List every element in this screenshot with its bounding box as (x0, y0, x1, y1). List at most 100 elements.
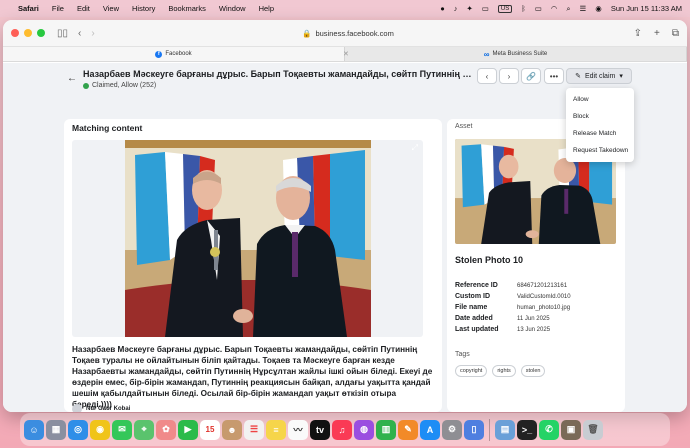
menu-file[interactable]: File (52, 4, 64, 13)
whatsapp-icon[interactable]: ✆ (539, 419, 559, 440)
tag-list: copyright rights stolen (455, 365, 546, 377)
menu-bar: Safari File Edit View History Bookmarks … (0, 0, 690, 17)
menu-help[interactable]: Help (259, 4, 274, 13)
matching-photo (125, 140, 371, 337)
iphone-mirroring-icon[interactable]: ▯ (464, 419, 484, 440)
window-controls (11, 29, 45, 37)
trash-icon[interactable]: 🗑 (583, 419, 603, 440)
meta-favicon-icon: ∞ (483, 49, 490, 59)
music-app-icon[interactable]: ♫ (332, 419, 352, 440)
wifi-icon[interactable]: ◠ (551, 4, 558, 13)
appstore-icon[interactable]: A (420, 419, 440, 440)
menu-item-release-match[interactable]: Release Match (566, 125, 634, 142)
address-bar[interactable]: 🔒 business.facebook.com (233, 26, 463, 41)
menu-item-allow[interactable]: Allow (566, 91, 634, 108)
post-author[interactable]: Nur Gaur Kobai (72, 404, 130, 412)
menu-edit[interactable]: Edit (77, 4, 90, 13)
edit-claim-button[interactable]: ✎ Edit claim ▾ (566, 68, 632, 84)
browser-toolbar: ▯▯ ‹ › 🔒 business.facebook.com ⇪ + ⧉ (3, 20, 687, 47)
meta-key: Date added (455, 315, 493, 322)
menu-bookmarks[interactable]: Bookmarks (168, 4, 206, 13)
matching-content-card: Matching content ⤢ Назарбаев Мәскеуге ба… (64, 119, 442, 412)
calendar-icon[interactable]: 15 (200, 419, 220, 440)
podcasts-icon[interactable]: ◍ (354, 419, 374, 440)
record-icon[interactable]: ● (440, 4, 445, 13)
close-window-button[interactable] (11, 29, 19, 37)
finder-icon[interactable]: ☺ (24, 419, 44, 440)
tab-meta-business-suite[interactable]: ∞ Meta Business Suite (345, 47, 687, 61)
meta-row-custom-id: Custom ID ValidCustomId.0010 (455, 291, 620, 302)
settings-icon[interactable]: ⚙ (442, 419, 462, 440)
menu-view[interactable]: View (103, 4, 119, 13)
meta-value: 11 Jun 2025 (517, 315, 550, 322)
share-icon[interactable]: ⇪ (634, 28, 642, 39)
tag-chip[interactable]: copyright (455, 365, 488, 377)
close-tab-icon[interactable]: ✕ (343, 50, 349, 58)
copy-link-button[interactable]: 🔗 (521, 68, 541, 84)
menu-app-name[interactable]: Safari (18, 4, 39, 13)
back-nav-icon[interactable]: ‹ (78, 28, 81, 39)
menu-history[interactable]: History (132, 4, 155, 13)
numbers-icon[interactable]: ▥ (376, 419, 396, 440)
terminal-icon[interactable]: >_ (517, 419, 537, 440)
meta-row-date-added: Date added 11 Jun 2025 (455, 313, 620, 324)
next-button[interactable]: › (499, 68, 519, 84)
tab-label: Meta Business Suite (492, 51, 548, 57)
tag-chip[interactable]: rights (492, 365, 516, 377)
contacts-icon[interactable]: ☻ (222, 419, 242, 440)
maps-icon[interactable]: ⌖ (134, 419, 154, 440)
menu-item-request-takedown[interactable]: Request Takedown (566, 142, 634, 159)
control-center-icon[interactable]: ☰ (580, 4, 587, 13)
preview-icon[interactable]: ▤ (495, 419, 515, 440)
battery-icon[interactable]: ▭ (535, 4, 542, 13)
minimize-window-button[interactable] (24, 29, 32, 37)
back-arrow-icon[interactable]: ← (67, 73, 77, 84)
more-options-button[interactable]: ••• (544, 68, 564, 84)
messages-icon[interactable]: ✉ (112, 419, 132, 440)
expand-icon[interactable]: ⤢ (412, 143, 418, 153)
tab-overview-icon[interactable]: ⧉ (672, 28, 679, 39)
menu-extra-icon[interactable]: ✦ (466, 4, 472, 13)
safari-window: ▯▯ ‹ › 🔒 business.facebook.com ⇪ + ⧉ ✕ f… (3, 20, 687, 412)
meta-row-last-updated: Last updated 13 Jun 2025 (455, 324, 620, 335)
meta-value: 13 Jun 2025 (517, 326, 551, 333)
matching-media-frame[interactable]: ⤢ (72, 140, 423, 337)
menu-item-block[interactable]: Block (566, 108, 634, 125)
safari-icon[interactable]: ◎ (68, 419, 88, 440)
siri-icon[interactable]: ◉ (595, 4, 602, 13)
pages-icon[interactable]: ✎ (398, 419, 418, 440)
facetime-icon[interactable]: ▶ (178, 419, 198, 440)
tag-chip[interactable]: stolen (520, 365, 546, 377)
chrome-icon[interactable]: ◉ (90, 419, 110, 440)
reminders-icon[interactable]: ☰ (244, 419, 264, 440)
asset-card: Asset Stolen Photo 10 Reference ID 68467… (447, 119, 625, 412)
music-icon[interactable]: ♪ (454, 4, 458, 13)
appletv-icon[interactable]: tv (310, 419, 330, 440)
photos-icon[interactable]: ✿ (156, 419, 176, 440)
display-icon[interactable]: ▭ (482, 4, 489, 13)
new-tab-icon[interactable]: + (654, 28, 660, 39)
lock-icon: 🔒 (302, 29, 312, 38)
meta-key: Reference ID (455, 282, 498, 289)
pencil-icon: ✎ (575, 73, 581, 80)
forward-nav-icon[interactable]: › (91, 28, 94, 39)
edit-claim-menu: Allow Block Release Match Request Takedo… (566, 88, 634, 162)
link-icon: 🔗 (526, 71, 536, 81)
tab-facebook[interactable]: ✕ f Facebook (3, 47, 349, 61)
meta-key: Last updated (455, 326, 499, 333)
tags-heading: Tags (455, 351, 470, 358)
previous-button[interactable]: ‹ (477, 68, 497, 84)
zoom-window-button[interactable] (37, 29, 45, 37)
recent-photo-icon[interactable]: ▣ (561, 419, 581, 440)
clock[interactable]: Sun Jun 15 11:33 AM (611, 4, 682, 13)
freeform-icon[interactable]: 〰 (288, 419, 308, 440)
bluetooth-icon[interactable]: ᛒ (521, 4, 526, 13)
menu-window[interactable]: Window (219, 4, 246, 13)
notes-icon[interactable]: ≡ (266, 419, 286, 440)
avatar (72, 404, 82, 412)
asset-metadata: Reference ID 684671201213161 Custom ID V… (455, 280, 620, 335)
sidebar-toggle-icon[interactable]: ▯▯ (57, 28, 68, 39)
launchpad-icon[interactable]: ▦ (46, 419, 66, 440)
input-source[interactable]: US (497, 4, 513, 13)
search-icon[interactable]: ⌕ (566, 4, 570, 14)
